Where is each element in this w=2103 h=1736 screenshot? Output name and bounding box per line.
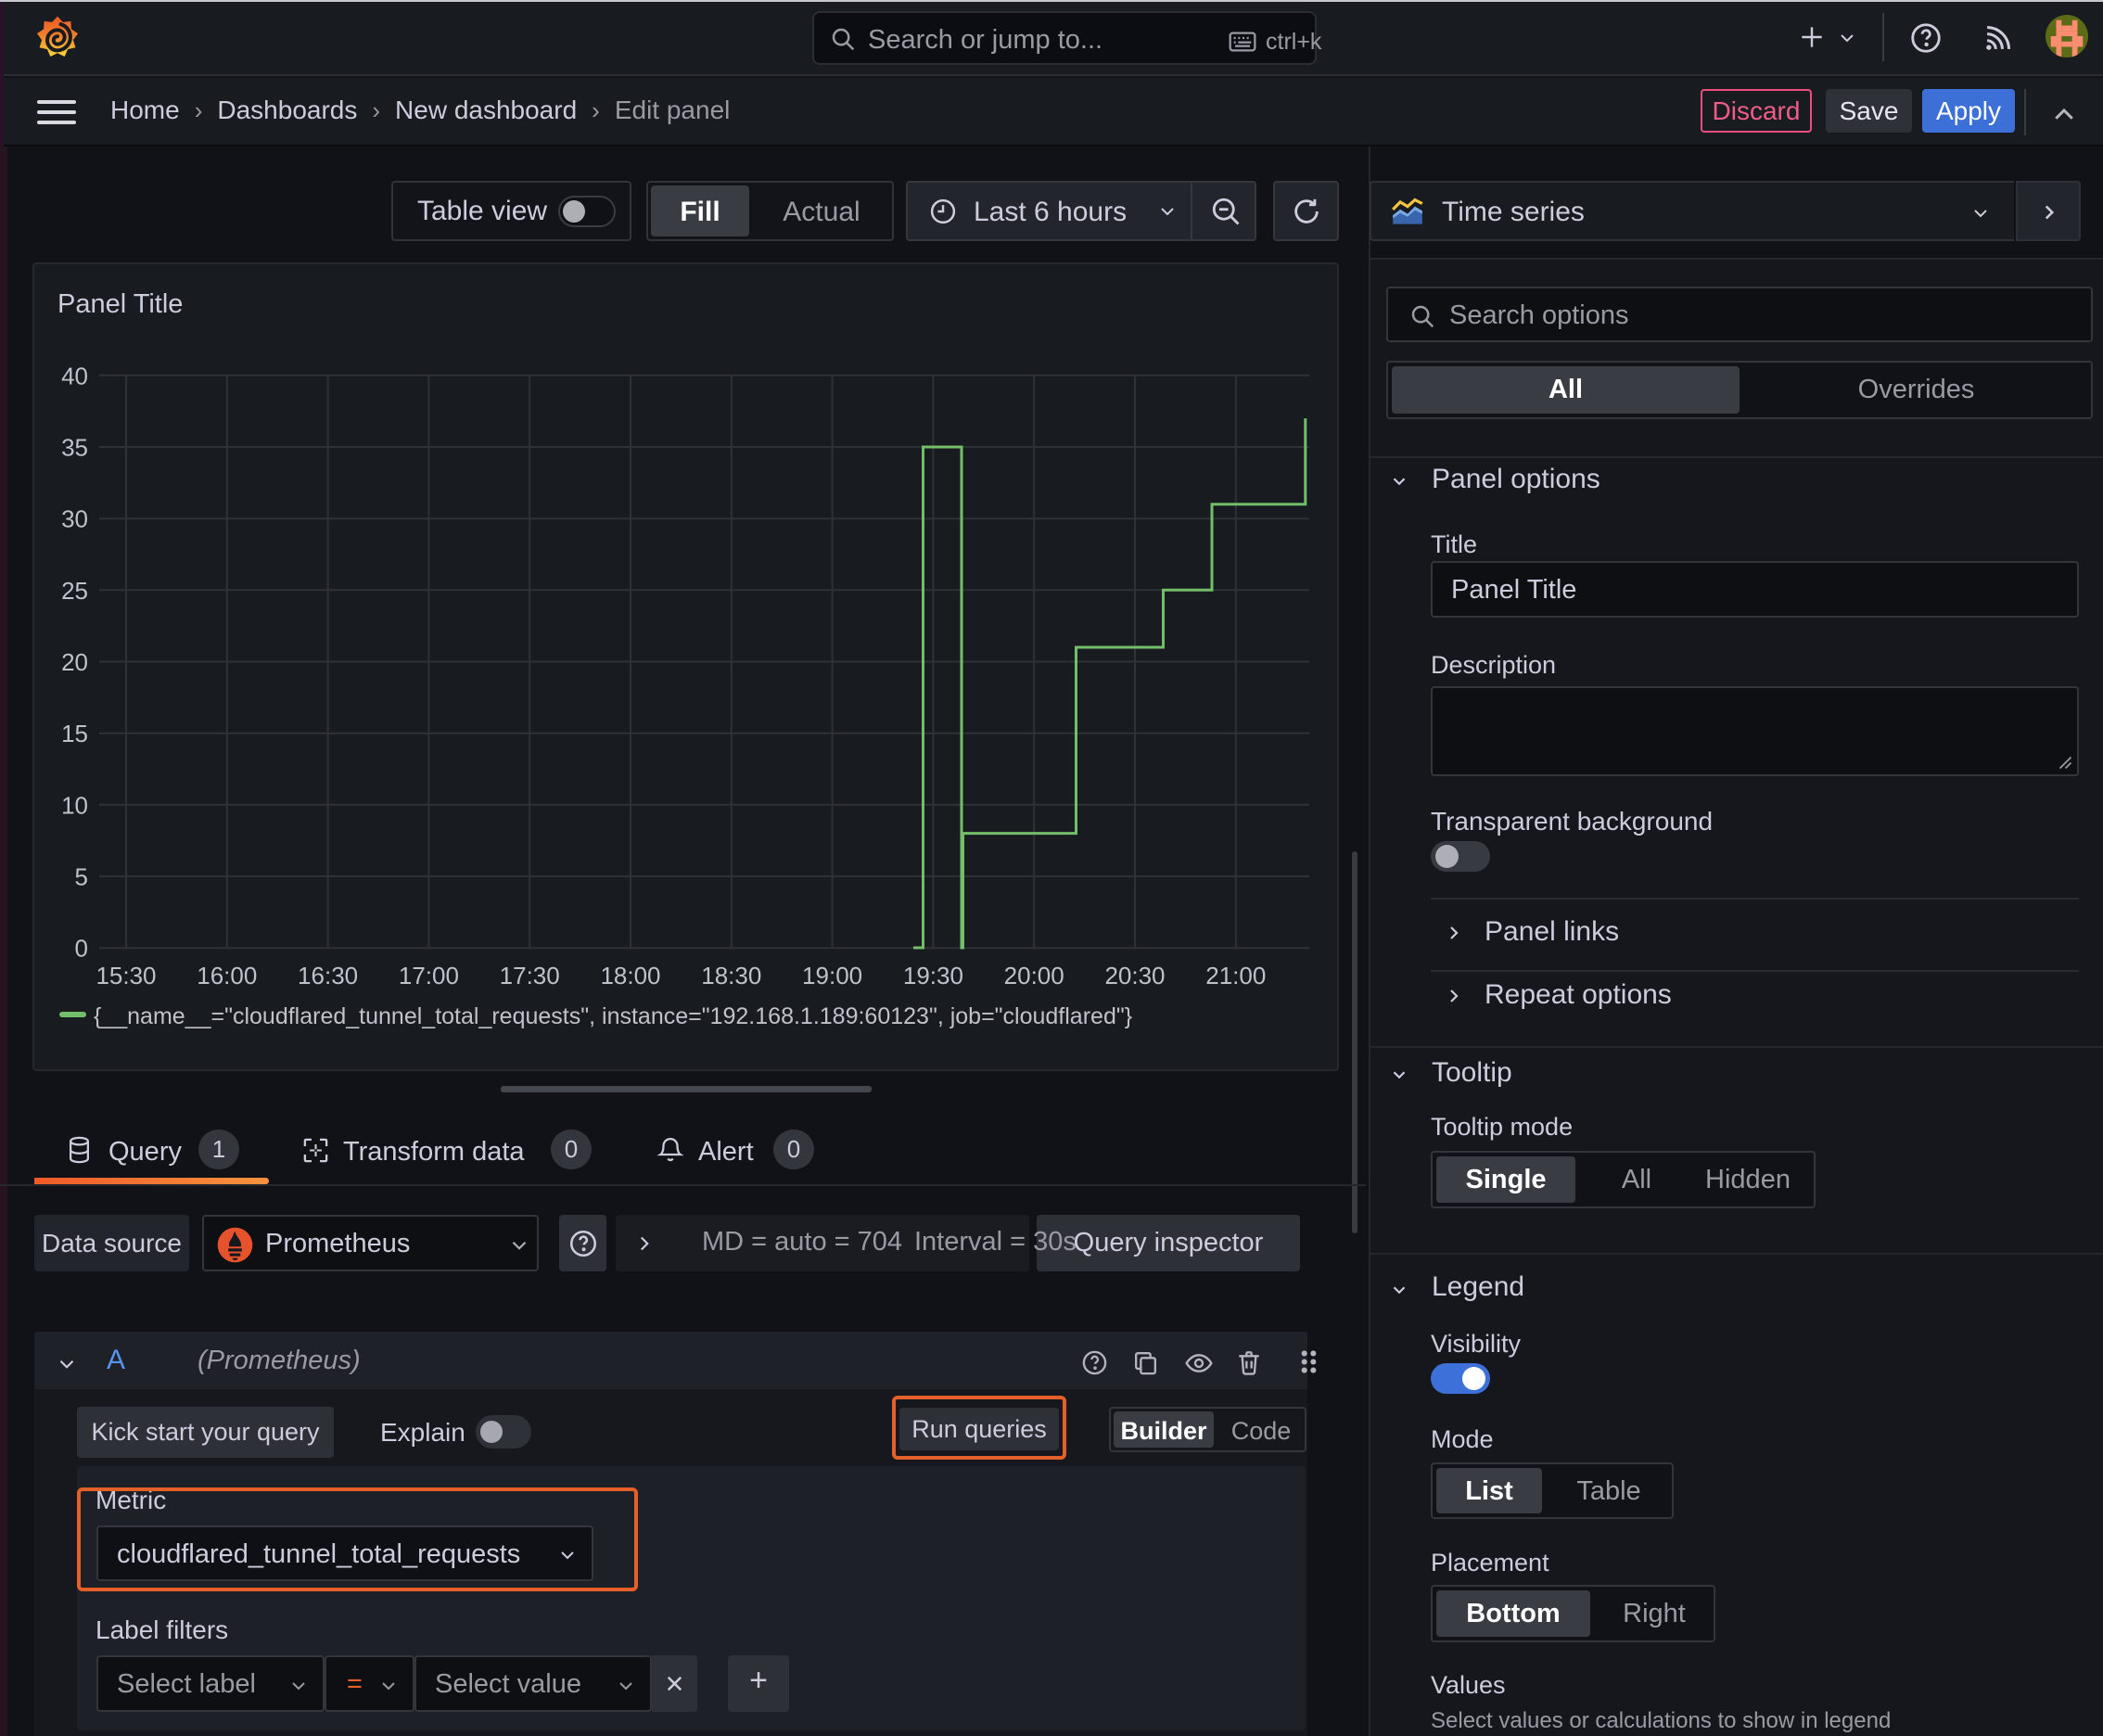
svg-text:10: 10: [61, 791, 88, 819]
svg-text:20:00: 20:00: [1004, 962, 1064, 989]
svg-text:5: 5: [75, 863, 88, 891]
svg-text:15:30: 15:30: [96, 962, 156, 989]
svg-text:40: 40: [61, 362, 88, 389]
svg-text:20: 20: [61, 648, 88, 676]
svg-text:18:30: 18:30: [701, 962, 761, 989]
svg-text:0: 0: [75, 935, 88, 963]
svg-text:16:00: 16:00: [197, 962, 257, 989]
svg-text:18:00: 18:00: [600, 962, 660, 989]
svg-text:15: 15: [61, 720, 88, 747]
svg-text:17:00: 17:00: [399, 962, 459, 989]
svg-text:{__name__="cloudflared_tunnel_: {__name__="cloudflared_tunnel_total_requ…: [94, 1003, 1132, 1029]
svg-text:21:00: 21:00: [1205, 962, 1266, 989]
svg-text:19:00: 19:00: [802, 962, 862, 989]
svg-text:30: 30: [61, 505, 88, 533]
svg-text:16:30: 16:30: [298, 962, 358, 989]
svg-text:19:30: 19:30: [903, 962, 963, 989]
svg-text:17:30: 17:30: [500, 962, 560, 989]
svg-text:20:30: 20:30: [1104, 962, 1165, 989]
svg-text:25: 25: [61, 577, 88, 605]
svg-text:35: 35: [61, 434, 88, 462]
